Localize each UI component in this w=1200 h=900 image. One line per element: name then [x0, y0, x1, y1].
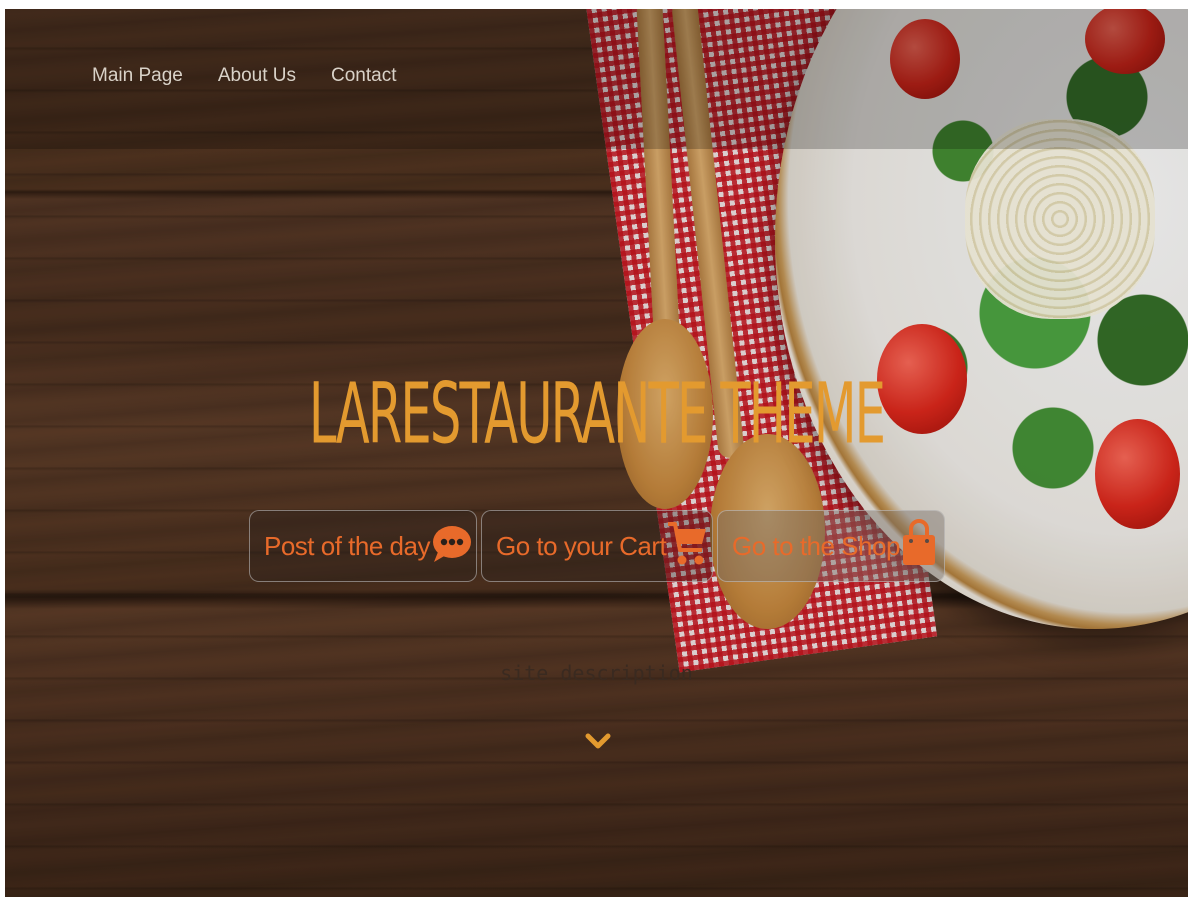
nav-link-main-page[interactable]: Main Page	[92, 65, 183, 87]
nav-link-contact[interactable]: Contact	[331, 65, 396, 87]
site-title: LaRestaurante Theme	[308, 364, 886, 463]
post-of-the-day-label: Post of the day	[264, 530, 430, 561]
go-to-cart-button[interactable]: Go to your Cart	[481, 510, 713, 582]
chevron-down-icon[interactable]	[585, 731, 611, 753]
top-navbar: Main Page About Us Contact	[5, 9, 1188, 149]
post-of-the-day-button[interactable]: Post of the day	[249, 510, 477, 582]
go-to-cart-label: Go to your Cart	[496, 530, 667, 561]
shopping-bag-icon	[900, 518, 938, 574]
chat-bubble-icon	[430, 524, 472, 569]
nav-link-about-us[interactable]: About Us	[218, 65, 296, 87]
go-to-shop-label: Go to the Shop	[732, 530, 900, 561]
go-to-shop-button[interactable]: Go to the Shop	[717, 510, 945, 582]
hero-section: Main Page About Us Contact LaRestaurante…	[5, 9, 1188, 897]
shopping-cart-icon	[666, 520, 708, 573]
main-navigation: Main Page About Us Contact	[92, 65, 396, 87]
site-description: site description	[500, 661, 693, 685]
